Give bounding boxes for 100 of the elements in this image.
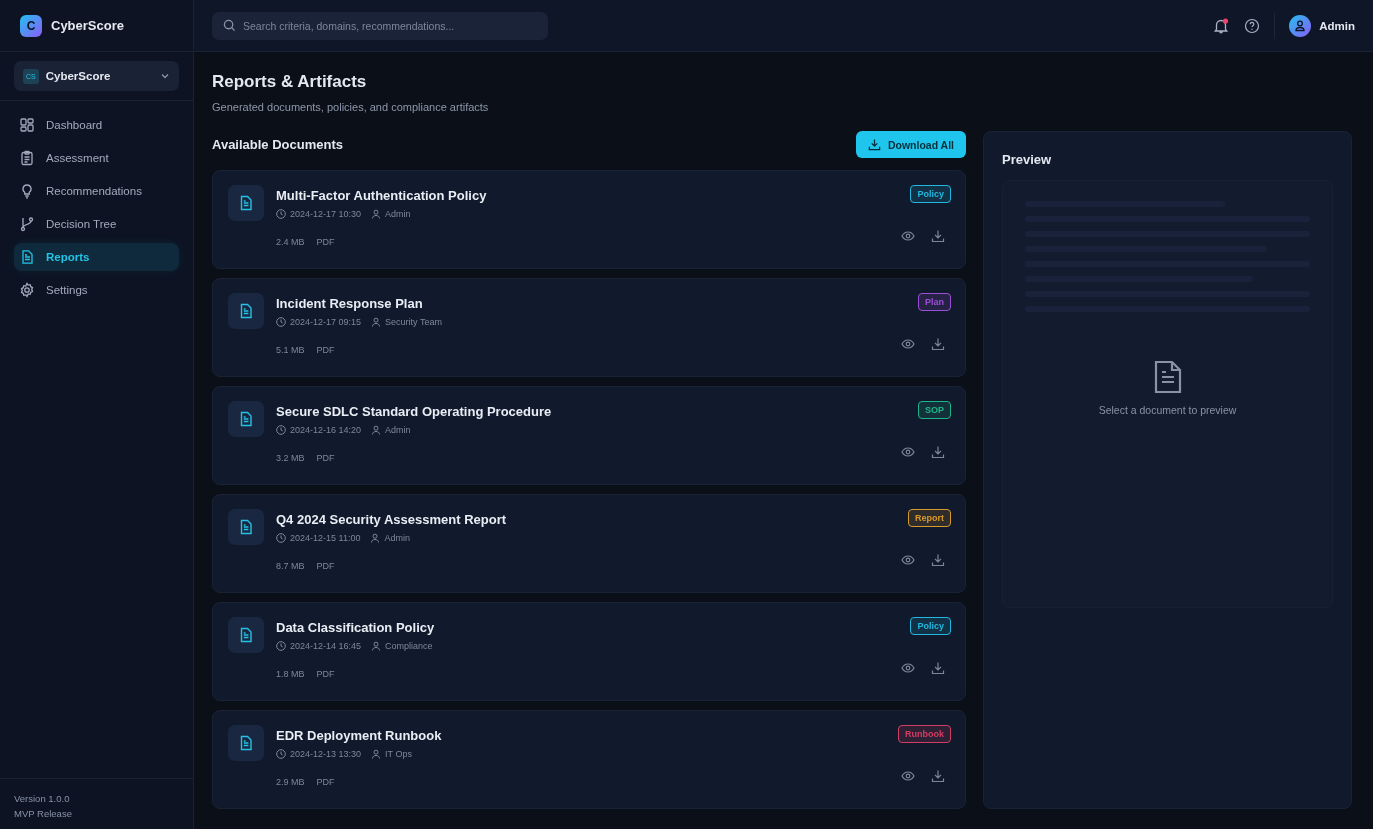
file-format: PDF (316, 669, 335, 679)
chevron-down-icon (160, 71, 170, 81)
document-date: 2024-12-14 16:45 (290, 641, 362, 651)
preview-title: Preview (1002, 152, 1053, 167)
download-icon[interactable] (931, 229, 945, 243)
document-title: EDR Deployment Runbook (276, 728, 443, 743)
avatar-icon (1289, 14, 1312, 37)
lightbulb-icon (19, 183, 35, 199)
search-field[interactable]: Search criteria, domains, recommendations... (212, 11, 548, 40)
download-icon[interactable] (931, 553, 945, 567)
document-title: Q4 2024 Security Assessment Report (276, 512, 507, 527)
document-date: 2024-12-17 09:15 (290, 317, 362, 327)
document-date: 2024-12-16 14:20 (290, 425, 362, 435)
eye-icon[interactable] (901, 769, 915, 783)
clock-icon (276, 425, 286, 435)
download-icon[interactable] (931, 445, 945, 459)
file-format: PDF (316, 561, 335, 571)
document-tag: SOP (918, 401, 951, 419)
nav-item[interactable]: Assessment (14, 144, 179, 172)
nav-item[interactable]: Settings (14, 276, 179, 304)
nav-item[interactable]: Dashboard (14, 111, 179, 139)
clock-icon (276, 533, 286, 543)
branch-icon (19, 216, 35, 232)
document-card[interactable]: Incident Response Plan 2024-12-17 09:15 Security Team 5.1 MB PDF Plan (212, 278, 966, 377)
document-title: Incident Response Plan (276, 296, 424, 311)
dashboard-grid-icon (19, 117, 35, 133)
user-icon (370, 533, 381, 543)
document-card[interactable]: EDR Deployment Runbook 2024-12-13 13:30 IT Ops 2.9 MB PDF Runbook (212, 710, 966, 809)
document-author: Security Team (385, 317, 442, 327)
document-icon (228, 293, 264, 329)
nav-item[interactable]: Reports (14, 243, 179, 271)
clock-icon (276, 317, 286, 327)
download-icon[interactable] (931, 337, 945, 351)
file-size: 1.8 MB (276, 669, 305, 679)
clock-icon (276, 209, 286, 219)
eye-icon[interactable] (901, 553, 915, 567)
document-card[interactable]: Secure SDLC Standard Operating Procedure 2024-12-16 14:20 Admin 3.2 MB PDF SOP (212, 386, 966, 485)
document-date: 2024-12-17 10:30 (290, 209, 362, 219)
help-icon[interactable] (1244, 17, 1261, 34)
user-icon (371, 209, 382, 219)
document-icon (228, 401, 264, 437)
section-title: Available Documents (212, 137, 343, 152)
document-icon (228, 725, 264, 761)
user-menu[interactable]: Admin (1289, 14, 1355, 37)
clipboard-icon (19, 150, 35, 166)
document-icon (228, 617, 264, 653)
download-icon[interactable] (931, 769, 945, 783)
document-card[interactable]: Q4 2024 Security Assessment Report 2024-12-15 11:00 Admin 8.7 MB PDF Report (212, 494, 966, 593)
document-author: Compliance (385, 641, 433, 651)
document-author: IT Ops (385, 749, 412, 759)
document-card[interactable]: Data Classification Policy 2024-12-14 16:45 Compliance 1.8 MB PDF Policy (212, 602, 966, 701)
document-icon (19, 249, 35, 265)
document-author: Admin (384, 533, 410, 543)
file-format: PDF (316, 237, 335, 247)
document-card[interactable]: Multi-Factor Authentication Policy 2024-12-17 10:30 Admin 2.4 MB PDF Policy (212, 170, 966, 269)
document-tag: Policy (910, 617, 951, 635)
document-tag: Report (908, 509, 951, 527)
file-format: PDF (316, 453, 335, 463)
file-format: PDF (316, 777, 335, 787)
eye-icon[interactable] (901, 229, 915, 243)
version-text: Version 1.0.0 (14, 792, 71, 806)
document-icon (228, 509, 264, 545)
user-icon (371, 317, 382, 327)
document-author: Admin (385, 425, 411, 435)
nav-item[interactable]: Recommendations (14, 177, 179, 205)
file-size: 2.4 MB (276, 237, 305, 247)
download-icon[interactable] (931, 661, 945, 675)
user-icon (371, 425, 382, 435)
search-icon (223, 19, 236, 32)
eye-icon[interactable] (901, 661, 915, 675)
release-text: MVP Release (14, 807, 73, 821)
document-tag: Policy (910, 185, 951, 203)
file-size: 2.9 MB (276, 777, 305, 787)
user-icon (371, 641, 382, 651)
clock-icon (276, 749, 286, 759)
notification-bell-icon[interactable] (1212, 16, 1231, 35)
page-title: Reports & Artifacts (212, 72, 368, 92)
clock-icon (276, 641, 286, 651)
document-tag: Runbook (898, 725, 951, 743)
document-tag: Plan (918, 293, 951, 311)
document-title: Multi-Factor Authentication Policy (276, 188, 488, 203)
document-title: Data Classification Policy (276, 620, 436, 635)
document-title: Secure SDLC Standard Operating Procedure (276, 404, 553, 419)
app-logo: C (20, 14, 42, 37)
document-date: 2024-12-13 13:30 (290, 749, 362, 759)
download-icon (867, 138, 881, 151)
eye-icon[interactable] (901, 445, 915, 459)
document-date: 2024-12-15 11:00 (290, 533, 361, 543)
gear-icon (19, 282, 35, 298)
nav-item[interactable]: Decision Tree (14, 210, 179, 238)
app-name: CyberScore (51, 18, 124, 33)
empty-preview-text: Select a document to preview (1098, 404, 1237, 416)
file-size: 5.1 MB (276, 345, 305, 355)
eye-icon[interactable] (901, 337, 915, 351)
document-icon (1152, 360, 1183, 394)
download-all-button[interactable]: Download All (855, 131, 966, 158)
file-size: 3.2 MB (276, 453, 305, 463)
user-icon (371, 749, 382, 759)
page-subtitle: Generated documents, policies, and compliance artifacts (212, 101, 490, 113)
file-size: 8.7 MB (276, 561, 305, 571)
